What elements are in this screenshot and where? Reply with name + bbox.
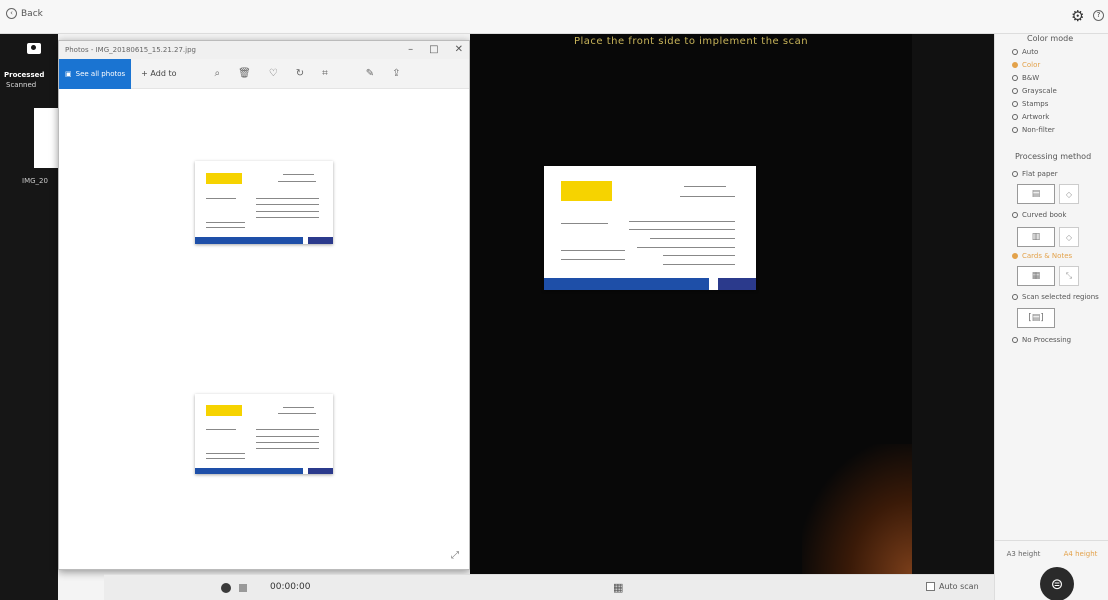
option-label: Non-filter <box>1022 126 1055 134</box>
radio-icon <box>1012 253 1018 259</box>
business-card-image-back <box>195 394 333 474</box>
minimize-icon[interactable]: – <box>408 44 413 55</box>
radio-icon <box>1012 337 1018 343</box>
radio-icon <box>1012 294 1018 300</box>
radio-icon <box>1012 75 1018 81</box>
curved-book-alt-button[interactable]: ◇ <box>1059 227 1079 247</box>
thumbnail-label: IMG_20 <box>22 177 48 185</box>
option-auto[interactable]: Auto <box>1012 48 1038 56</box>
camera-icon[interactable] <box>27 43 41 54</box>
option-color[interactable]: Color <box>1012 61 1040 69</box>
radio-icon <box>1012 171 1018 177</box>
rotate-icon[interactable]: ↻ <box>296 68 304 79</box>
option-artwork[interactable]: Artwork <box>1012 113 1049 121</box>
option-label: No Processing <box>1022 336 1072 344</box>
help-icon[interactable]: ? <box>1093 10 1104 21</box>
radio-icon <box>1012 62 1018 68</box>
option-label: Cards & Notes <box>1022 252 1073 260</box>
hand-glow <box>802 444 912 574</box>
option-label: B&W <box>1022 74 1040 82</box>
tab-scanned[interactable]: Scanned <box>6 81 36 89</box>
height-tabs: A3 height A4 height <box>995 540 1108 566</box>
option-curved-book[interactable]: Curved book <box>1012 211 1066 219</box>
cards-notes-mode-button[interactable]: ▦ <box>1017 266 1055 286</box>
add-label: Add to <box>150 69 177 78</box>
business-card-live <box>544 166 756 290</box>
tab-a4-height[interactable]: A4 height <box>1052 541 1108 566</box>
record-icon[interactable] <box>221 583 231 593</box>
option-cards-notes[interactable]: Cards & Notes <box>1012 252 1072 260</box>
radio-icon <box>1012 114 1018 120</box>
edit-icon[interactable]: ✎ <box>366 68 374 79</box>
close-icon[interactable]: ✕ <box>455 44 463 55</box>
option-non-filter[interactable]: Non-filter <box>1012 126 1055 134</box>
grid-icon[interactable]: ▦ <box>613 581 623 594</box>
option-label: Auto <box>1022 48 1039 56</box>
option-stamps[interactable]: Stamps <box>1012 100 1048 108</box>
radio-icon <box>1012 101 1018 107</box>
camera-viewer: Place the front side to implement the sc… <box>470 34 912 574</box>
see-all-label: See all photos <box>75 69 126 78</box>
back-label: Back <box>21 8 43 19</box>
maximize-icon[interactable]: □ <box>429 44 438 55</box>
photos-title: Photos - IMG_20180615_15.21.27.jpg <box>65 46 196 54</box>
photos-icon: ▣ <box>65 69 72 78</box>
option-label: Scan selected regions <box>1022 293 1099 301</box>
share-icon[interactable]: ⇪ <box>392 68 400 79</box>
expand-icon[interactable]: ⤢ <box>451 550 459 561</box>
option-b-w[interactable]: B&W <box>1012 74 1039 82</box>
option-label: Flat paper <box>1022 170 1058 178</box>
option-no-processing[interactable]: No Processing <box>1012 336 1071 344</box>
option-label: Stamps <box>1022 100 1049 108</box>
auto-scan-label: Auto scan <box>939 582 979 591</box>
gear-icon[interactable]: ⚙ <box>1071 9 1084 24</box>
radio-icon <box>1012 49 1018 55</box>
photos-title-bar: Photos - IMG_20180615_15.21.27.jpg – □ ✕ <box>59 41 469 59</box>
radio-icon <box>1012 127 1018 133</box>
option-flat-paper[interactable]: Flat paper <box>1012 170 1058 178</box>
delete-icon[interactable]: 🗑 <box>238 68 251 79</box>
flat-paper-mode-button[interactable]: ▤ <box>1017 184 1055 204</box>
back-button[interactable]: ‹ Back <box>6 8 43 19</box>
radio-icon <box>1012 88 1018 94</box>
auto-scan-checkbox[interactable] <box>926 582 935 591</box>
selected-regions-mode-button[interactable]: [▤] <box>1017 308 1055 328</box>
zoom-in-icon[interactable]: ⌕ <box>214 68 220 79</box>
processing-method-title: Processing method <box>1015 152 1092 161</box>
option-label: Artwork <box>1022 113 1050 121</box>
add-to-button[interactable]: + Add to <box>141 69 176 78</box>
favorite-icon[interactable]: ♡ <box>269 68 278 79</box>
curved-book-mode-button[interactable]: ▥ <box>1017 227 1055 247</box>
scan-instruction: Place the front side to implement the sc… <box>573 36 809 47</box>
color-mode-title: Color mode <box>1027 34 1074 43</box>
scan-button[interactable]: ⊜ <box>1040 567 1074 600</box>
auto-scan-toggle[interactable]: Auto scan <box>926 582 979 591</box>
cards-notes-alt-button[interactable]: ⤡ <box>1059 266 1079 286</box>
radio-icon <box>1012 212 1018 218</box>
bottom-bar: 00:00:00 ▦ Auto scan <box>104 574 994 600</box>
see-all-photos-button[interactable]: ▣ See all photos <box>59 58 132 89</box>
back-icon: ‹ <box>6 8 17 19</box>
flat-paper-alt-button[interactable]: ◇ <box>1059 184 1079 204</box>
option-label: Grayscale <box>1022 87 1057 95</box>
option-label: Color <box>1022 61 1041 69</box>
tab-a3-height[interactable]: A3 height <box>995 541 1052 566</box>
scan-icon: ⊜ <box>1050 575 1064 593</box>
business-card-image-front <box>195 161 333 244</box>
option-scan-selected-regions[interactable]: Scan selected regions <box>1012 293 1099 301</box>
settings-panel: Color mode Auto Color B&W Grayscale Stamps Ar… <box>994 34 1108 600</box>
tab-processed[interactable]: Processed <box>4 71 44 79</box>
crop-icon[interactable]: ⌗ <box>322 68 328 79</box>
scan-thumbnail[interactable] <box>34 108 60 168</box>
option-label: Curved book <box>1022 211 1067 219</box>
stop-icon[interactable] <box>239 584 247 592</box>
timer: 00:00:00 <box>270 582 311 592</box>
viewer-rail <box>912 34 994 574</box>
photos-window: Photos - IMG_20180615_15.21.27.jpg – □ ✕… <box>58 40 470 570</box>
option-grayscale[interactable]: Grayscale <box>1012 87 1057 95</box>
top-bar: ‹ Back ⚙ ? <box>0 0 1108 34</box>
photos-toolbar: ▣ See all photos + Add to ⌕ 🗑 ♡ ↻ ⌗ ✎ ⇪ <box>59 58 469 89</box>
